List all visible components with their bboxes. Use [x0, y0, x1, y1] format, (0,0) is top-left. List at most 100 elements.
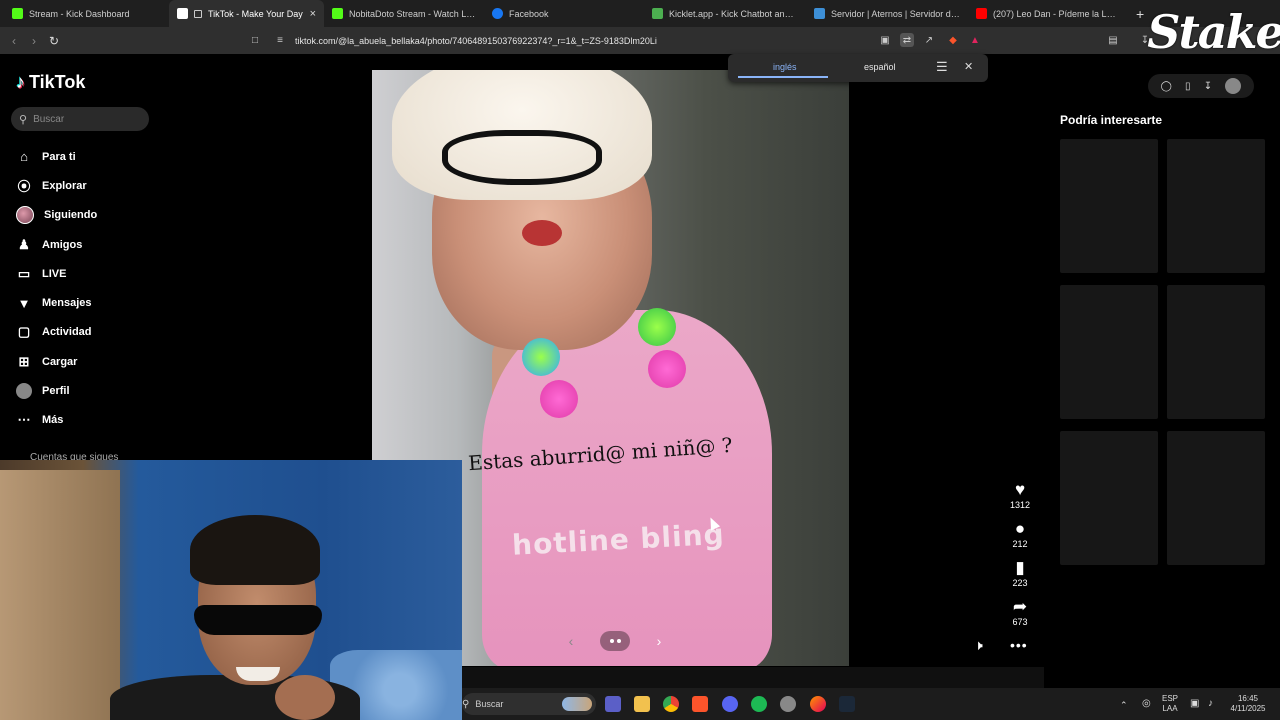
avatar-icon	[16, 206, 34, 225]
sidebar-item-label: Explorar	[42, 179, 87, 192]
carousel-prev-icon[interactable]: ‹	[560, 630, 582, 652]
comment-count: 212	[1012, 539, 1028, 549]
address-bar[interactable]: ≡ tiktok.com/@la_abuela_bellaka4/photo/7…	[245, 31, 985, 50]
search-input[interactable]: ⚲ Buscar	[11, 107, 149, 131]
more-options-icon[interactable]: •••	[1010, 637, 1028, 653]
sidebar-item-siguiendo[interactable]: Siguiendo	[16, 201, 97, 230]
tab-close-icon[interactable]: ×	[310, 8, 316, 20]
tray-chevron-icon[interactable]: ⌃	[1120, 700, 1128, 710]
browser-tab[interactable]: Kicklet.app - Kick Chatbot and Overl	[644, 0, 806, 27]
sidebar-item-amigos[interactable]: ♟ Amigos	[16, 230, 97, 259]
compass-icon: ⦿	[17, 179, 31, 195]
sidebar-item-label: Actividad	[42, 326, 92, 339]
language-code: ESP	[1162, 694, 1179, 703]
cast-icon[interactable]: ▣	[878, 33, 892, 47]
recommendation-card[interactable]	[1060, 139, 1158, 273]
friends-icon: ♟	[18, 236, 30, 252]
sidebar-item-label: Cargar	[42, 355, 78, 368]
bottom-dark-strip	[462, 667, 1044, 688]
translate-menu-icon[interactable]: ☰	[936, 59, 948, 75]
browser-tab[interactable]: NobitaDoto Stream - Watch Live	[324, 0, 484, 27]
recommendation-card[interactable]	[1060, 431, 1158, 565]
sidebar-item-label: Amigos	[42, 238, 83, 251]
network-icon[interactable]: ▣	[1190, 699, 1199, 709]
bookmark-icon: ▮	[1015, 558, 1025, 577]
like-button[interactable]: ♥ 1312	[1004, 480, 1036, 519]
translate-target-tab[interactable]: español	[864, 62, 896, 72]
sidebar-item-explorar[interactable]: ⦿ Explorar	[16, 171, 97, 200]
chrome-icon[interactable]	[663, 696, 679, 712]
back-icon[interactable]: ‹	[4, 31, 24, 51]
clock-date: 4/11/2025	[1230, 704, 1266, 713]
sidebar-icon[interactable]: ▤	[1106, 33, 1120, 47]
more-icon: ⋯	[17, 412, 31, 428]
sidebar-item-para-ti[interactable]: ⌂ Para ti	[16, 142, 97, 171]
volume-icon[interactable]: 🕨	[974, 637, 983, 654]
sidebar-item-live[interactable]: ▭ LIVE	[16, 259, 97, 288]
webcam-overlay	[0, 460, 462, 720]
brave-icon[interactable]	[692, 696, 708, 712]
brave-rewards-icon[interactable]: ▲	[968, 33, 982, 47]
heart-icon: ♥	[1014, 480, 1026, 499]
share-icon[interactable]: ↗	[922, 33, 936, 47]
search-icon: ⚲	[462, 698, 470, 710]
brave-shield-icon[interactable]: ◆	[946, 33, 960, 47]
comment-button[interactable]: ● 212	[1004, 519, 1036, 558]
save-count: 223	[1012, 578, 1028, 588]
sidebar-item-cargar[interactable]: ⊞ Cargar	[16, 347, 97, 376]
recommendation-card[interactable]	[1167, 431, 1265, 565]
volume-tray-icon[interactable]: ♪	[1208, 699, 1213, 709]
search-highlight-icon	[562, 697, 592, 711]
reload-icon[interactable]: ↻	[44, 31, 64, 51]
clock[interactable]: 16:45 4/11/2025	[1224, 694, 1272, 714]
spotify-icon[interactable]	[751, 696, 767, 712]
home-icon: ⌂	[20, 149, 28, 165]
save-button[interactable]: ▮ 223	[1004, 558, 1036, 597]
webcam-hair-shape	[190, 515, 320, 585]
share-arrow-icon: ➦	[1012, 597, 1028, 616]
share-button[interactable]: ➦ 673	[1004, 597, 1036, 636]
browser-tab[interactable]: Facebook	[484, 0, 644, 27]
photo-lips-shape	[522, 220, 562, 246]
top-right-icon-bar: ◯ ▯ ↧	[1148, 74, 1254, 98]
browser-tab[interactable]: (207) Leo Dan - Pídeme la Luna (En	[968, 0, 1128, 27]
carousel-dot	[616, 639, 621, 643]
tiktok-logo-text: TikTok	[29, 72, 86, 92]
browser-tab[interactable]: Servidor | Aternos | Servidor de Mine	[806, 0, 968, 27]
firefox-icon[interactable]	[810, 696, 826, 712]
recommendation-card[interactable]	[1167, 285, 1265, 419]
tiktok-favicon-icon	[177, 8, 188, 19]
tiktok-logo[interactable]: ♪ TikTok	[16, 72, 85, 93]
browser-tab[interactable]: Stream - Kick Dashboard	[4, 0, 169, 27]
sidebar-item-mensajes[interactable]: ▼ Mensajes	[16, 288, 97, 317]
sidebar-item-label: Más	[42, 414, 64, 427]
teams-icon[interactable]	[605, 696, 621, 712]
kick-favicon-icon	[332, 8, 343, 19]
translate-icon[interactable]: ⇄	[900, 33, 914, 47]
carousel-next-icon[interactable]: ›	[648, 630, 670, 652]
translate-close-icon[interactable]: ✕	[964, 60, 973, 73]
download-app-icon[interactable]: ↧	[1204, 81, 1212, 92]
recommendation-card[interactable]	[1060, 285, 1158, 419]
post-actions: ♥ 1312 ● 212 ▮ 223 ➦ 673	[1004, 480, 1036, 636]
obs-icon[interactable]	[780, 696, 796, 712]
steam-icon[interactable]	[839, 696, 855, 712]
language-indicator[interactable]: ESP LAA	[1162, 694, 1178, 714]
user-avatar-icon[interactable]	[1225, 78, 1242, 94]
sidebar-item-actividad[interactable]: ▢ Actividad	[16, 318, 97, 347]
tab-title: Facebook	[509, 8, 549, 19]
coin-icon[interactable]: ◯	[1161, 81, 1172, 92]
browser-toolbar: ‹ › ↻ □ ≡ tiktok.com/@la_abuela_bellaka4…	[0, 27, 1280, 54]
recommendation-card[interactable]	[1167, 139, 1265, 273]
sidebar-item-perfil[interactable]: Perfil	[16, 376, 97, 405]
discord-icon[interactable]	[722, 696, 738, 712]
site-settings-icon[interactable]: ≡	[273, 33, 287, 47]
browser-tab-active[interactable]: TikTok - Make Your Day ×	[169, 0, 324, 27]
stake-logo: Stake	[1147, 5, 1280, 59]
sidebar-item-mas[interactable]: ⋯ Más	[16, 406, 97, 435]
microphone-icon[interactable]: ◎	[1142, 699, 1151, 709]
file-explorer-icon[interactable]	[634, 696, 650, 712]
forward-icon[interactable]: ›	[24, 31, 44, 51]
translate-source-tab[interactable]: inglés	[773, 62, 797, 72]
phone-icon[interactable]: ▯	[1185, 81, 1191, 92]
